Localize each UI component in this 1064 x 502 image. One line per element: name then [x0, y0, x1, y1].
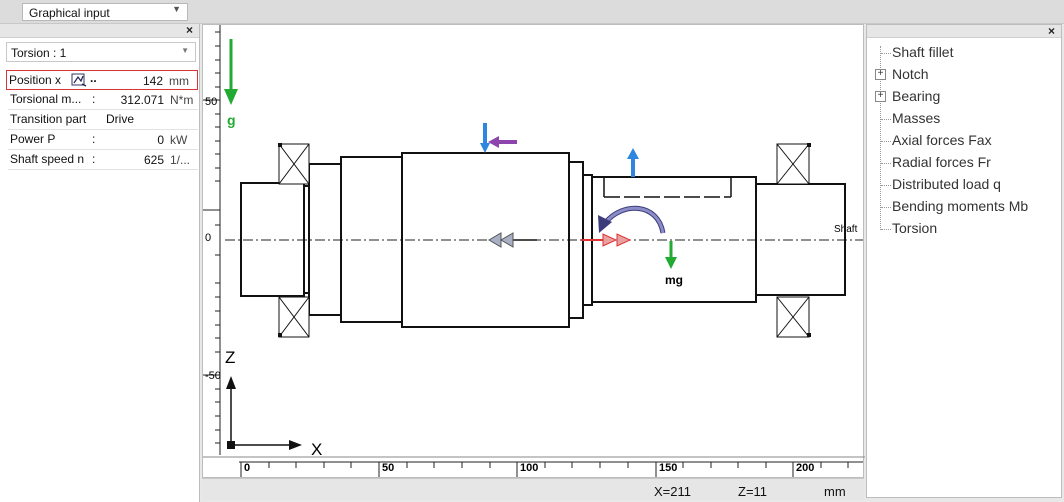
- torsional-moment-unit: N*m: [170, 93, 194, 107]
- torsional-moment-colon: :: [92, 92, 96, 106]
- power-label: Power P: [10, 132, 56, 146]
- x-coordinate-readout: X=211: [654, 484, 691, 499]
- tree-item-radial-forces[interactable]: Radial forces Fr: [892, 154, 991, 170]
- coordinate-status-bar: X=211 Z=11 mm: [202, 478, 864, 500]
- x-tick-label: 0: [244, 462, 250, 474]
- tree-connector: [881, 229, 891, 230]
- z-axis-label: Z: [225, 348, 235, 367]
- position-x-label: Position x: [9, 73, 62, 87]
- torsional-moment-row[interactable]: Torsional m... : 312.071 N*m: [8, 90, 198, 110]
- close-icon[interactable]: ×: [186, 23, 193, 37]
- power-colon: :: [92, 132, 96, 146]
- tree-item-axial-forces[interactable]: Axial forces Fax: [892, 132, 992, 148]
- shaft-drawing-canvas[interactable]: 50 0 -50 0 50 100 150 200 g Shaft mg Z X: [202, 24, 865, 479]
- y-tick-label: 50: [205, 96, 217, 108]
- tree-connector: [881, 141, 891, 142]
- torsion-position-marker-icon[interactable]: [581, 233, 632, 247]
- tree-connector: [881, 207, 891, 208]
- input-mode-value: Graphical input: [29, 6, 110, 20]
- shaft-speed-value[interactable]: 625: [108, 153, 164, 167]
- power-row[interactable]: Power P : 0 kW: [8, 130, 198, 150]
- close-icon[interactable]: ×: [1048, 24, 1055, 38]
- tree-connector: [881, 119, 891, 120]
- torsional-moment-label: Torsional m...: [10, 92, 82, 106]
- weight-arrow-icon[interactable]: [665, 241, 677, 269]
- input-mode-select[interactable]: Graphical input ▼: [22, 3, 188, 21]
- radial-force-arrow-icon[interactable]: [480, 123, 490, 153]
- tree-item-notch[interactable]: Notch: [892, 66, 929, 82]
- torsional-moment-value[interactable]: 312.071: [108, 93, 164, 107]
- x-tick-label: 100: [520, 462, 538, 474]
- shaft-speed-colon: :: [92, 152, 96, 166]
- expand-icon[interactable]: +: [875, 91, 886, 102]
- position-x-value[interactable]: 142: [107, 74, 163, 88]
- y-tick-label: 0: [205, 232, 211, 244]
- tree-item-distributed-load[interactable]: Distributed load q: [892, 176, 1001, 192]
- chevron-down-icon: ▼: [172, 4, 181, 14]
- element-tree-panel: × Shaft fillet + Notch + Bearing Masses …: [866, 24, 1062, 498]
- shaft-speed-row[interactable]: Shaft speed n : 625 1/...: [8, 150, 198, 170]
- power-unit: kW: [170, 133, 188, 147]
- power-value[interactable]: 0: [108, 133, 164, 147]
- bearing-right-top[interactable]: [776, 143, 810, 185]
- unit-readout: mm: [824, 484, 846, 499]
- x-tick-label: 50: [382, 462, 394, 474]
- coordinate-axes-icon: [226, 376, 302, 450]
- y-tick-label: -50: [205, 370, 221, 382]
- tree-item-torsion[interactable]: Torsion: [892, 220, 937, 236]
- shaft-speed-unit: 1/...: [170, 153, 191, 167]
- expand-icon[interactable]: +: [875, 69, 886, 80]
- x-axis-label: X: [311, 440, 322, 459]
- tree-connector: [881, 185, 891, 186]
- load-case-select[interactable]: Torsion : 1 ▼: [6, 42, 196, 62]
- position-x-unit: mm: [169, 74, 189, 88]
- torsion-moment-arrow-icon[interactable]: [598, 205, 666, 234]
- x-tick-label: 150: [659, 462, 677, 474]
- properties-panel-header: ×: [0, 23, 199, 38]
- axial-load-arrow-icon[interactable]: [488, 232, 537, 248]
- z-coordinate-readout: Z=11: [738, 484, 768, 499]
- properties-panel: × Torsion : 1 ▼ Position x .. 142 mm Tor…: [0, 23, 200, 502]
- position-x-row[interactable]: Position x .. 142 mm: [6, 70, 198, 90]
- upward-force-arrow-icon[interactable]: [627, 148, 639, 177]
- weight-label: mg: [665, 273, 683, 287]
- load-case-value: Torsion : 1: [11, 46, 67, 60]
- position-x-more[interactable]: ..: [90, 71, 97, 85]
- bearing-left-bottom[interactable]: [278, 296, 310, 338]
- bearing-left-top[interactable]: [278, 143, 310, 185]
- element-tree-header: ×: [867, 24, 1061, 38]
- top-toolbar: Graphical input ▼: [0, 0, 1064, 24]
- gravity-label: g: [227, 112, 236, 128]
- shaft-speed-label: Shaft speed n: [10, 152, 85, 166]
- tree-item-shaft-fillet[interactable]: Shaft fillet: [892, 44, 953, 60]
- chevron-down-icon: ▼: [181, 46, 189, 55]
- transition-part-row[interactable]: Transition part Drive: [8, 110, 198, 130]
- tree-connector: [881, 53, 891, 54]
- tree-connector: [881, 163, 891, 164]
- shaft-drawing[interactable]: 50 0 -50 0 50 100 150 200 g Shaft mg Z X: [203, 25, 865, 479]
- transition-part-label: Transition part: [10, 112, 87, 126]
- bearing-right-bottom[interactable]: [776, 296, 810, 338]
- tree-item-bending-moments[interactable]: Bending moments Mb: [892, 198, 1028, 214]
- tree-item-masses[interactable]: Masses: [892, 110, 940, 126]
- axial-force-arrow-icon[interactable]: [488, 136, 517, 148]
- pick-position-icon[interactable]: [71, 73, 87, 87]
- gravity-arrow-icon: [224, 39, 238, 105]
- transition-part-value[interactable]: Drive: [104, 112, 134, 126]
- tree-item-bearing[interactable]: Bearing: [892, 88, 940, 104]
- x-tick-label: 200: [796, 462, 814, 474]
